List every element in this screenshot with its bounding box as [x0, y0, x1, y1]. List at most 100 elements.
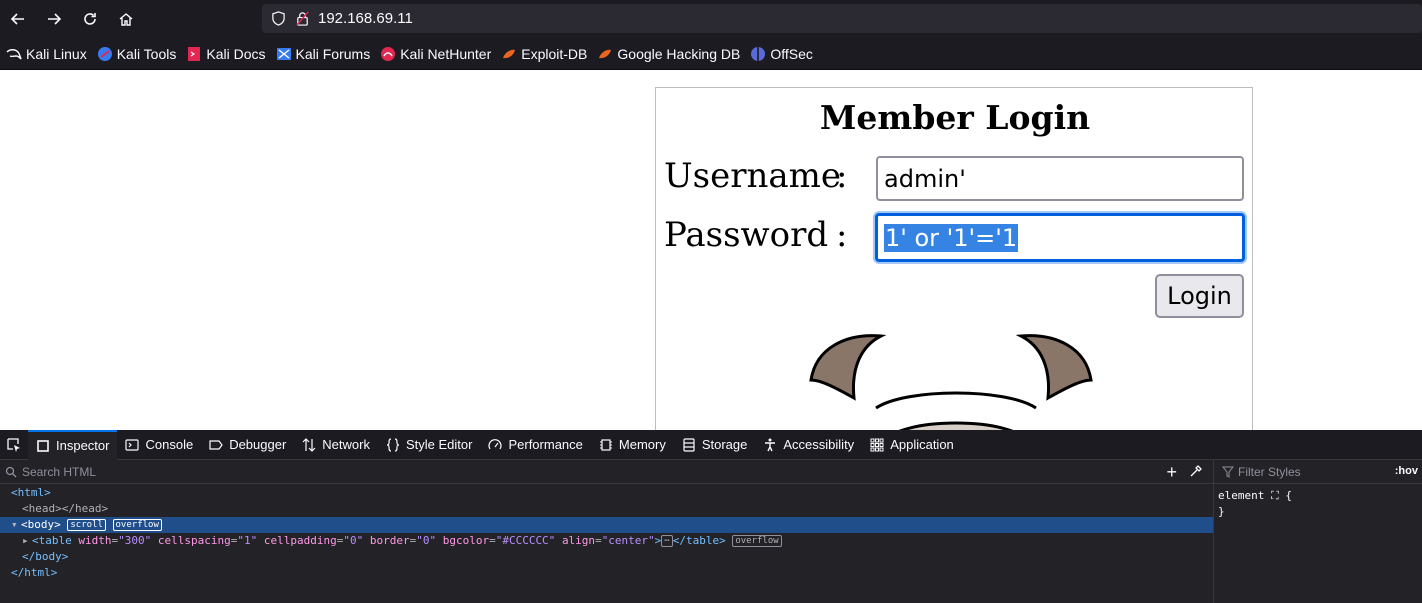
- tree-node-body-close[interactable]: </body>: [0, 549, 1213, 565]
- kali-forums-icon: [276, 47, 291, 60]
- style-rule: element ⛶ { }: [1218, 488, 1292, 520]
- hov-toggle[interactable]: :hov: [1395, 465, 1418, 477]
- tree-node-body[interactable]: ▾ <body> scroll overflow: [0, 517, 1213, 533]
- eyedropper-icon[interactable]: [1189, 464, 1203, 478]
- tab-network[interactable]: Network: [294, 430, 378, 460]
- overflow-badge[interactable]: overflow: [112, 519, 162, 531]
- braces-icon: [386, 437, 400, 452]
- tab-console[interactable]: Console: [117, 430, 201, 460]
- page-title: Member Login: [819, 98, 1091, 137]
- shield-icon[interactable]: [270, 11, 286, 27]
- node-tag: </table>: [672, 534, 726, 547]
- bookmark-label: Google Hacking DB: [617, 45, 741, 62]
- tab-storage[interactable]: Storage: [674, 430, 756, 460]
- tree-node-table[interactable]: ▸ <table width="300" cellspacing="1" cell…: [0, 533, 1213, 549]
- attr-value: "0": [416, 534, 437, 547]
- offsec-icon: [751, 46, 766, 61]
- arrow-left-icon: [10, 13, 24, 25]
- scroll-badge[interactable]: scroll: [67, 519, 106, 531]
- attr-name: bgcolor: [442, 534, 490, 547]
- bookmark-kali-nethunter[interactable]: Kali NetHunter: [380, 42, 491, 66]
- node-tag: <body>: [21, 518, 61, 531]
- bookmark-kali-linux[interactable]: Kali Linux: [6, 42, 87, 66]
- node-tag: <head></head>: [22, 502, 109, 515]
- bookmark-exploit-db[interactable]: Exploit-DB: [501, 42, 587, 66]
- devtools-panel: Inspector Console Debugger Network Style…: [0, 429, 1422, 603]
- html-search-bar[interactable]: Search HTML +: [0, 460, 1213, 484]
- reload-button[interactable]: [72, 0, 108, 38]
- page-viewport: Member Login Username : admin' Password …: [0, 70, 1422, 430]
- rule-selector: element: [1218, 489, 1265, 502]
- arrow-right-icon: [48, 13, 62, 25]
- insecure-lock-icon[interactable]: [294, 11, 310, 27]
- filter-styles-placeholder[interactable]: Filter Styles: [1238, 465, 1301, 479]
- accessibility-icon: [765, 438, 776, 451]
- tab-accessibility[interactable]: Accessibility: [755, 430, 862, 460]
- tab-style-editor[interactable]: Style Editor: [378, 430, 480, 460]
- bookmark-offsec[interactable]: OffSec: [750, 42, 813, 66]
- kali-tools-icon: [97, 46, 112, 61]
- tab-label: Accessibility: [783, 437, 855, 452]
- filter-styles-bar[interactable]: Filter Styles :hov: [1214, 460, 1422, 484]
- bookmark-label: Kali Linux: [26, 45, 87, 62]
- overflow-badge[interactable]: overflow: [732, 535, 782, 547]
- password-label: Password: [664, 215, 829, 255]
- navigation-toolbar: 192.168.69.11: [0, 0, 1422, 38]
- login-button[interactable]: Login: [1155, 274, 1244, 318]
- tree-node-html[interactable]: <html>: [0, 485, 1213, 501]
- bookmark-label: OffSec: [770, 45, 813, 62]
- expand-triangle-icon[interactable]: ▸: [22, 533, 32, 549]
- tab-debugger[interactable]: Debugger: [201, 430, 294, 460]
- tab-performance[interactable]: Performance: [480, 430, 590, 460]
- home-button[interactable]: [108, 0, 144, 38]
- collapsed-ellipsis-badge[interactable]: ⋯: [661, 535, 673, 547]
- bookmark-google-hacking-db[interactable]: Google Hacking DB: [597, 42, 740, 66]
- collapse-triangle-icon[interactable]: ▾: [11, 517, 21, 533]
- tab-label: Application: [890, 437, 954, 452]
- rule-open-brace: {: [1285, 489, 1292, 502]
- element-picker-button[interactable]: [0, 430, 28, 460]
- search-html-placeholder[interactable]: Search HTML: [22, 465, 96, 479]
- tab-label: Storage: [701, 437, 748, 452]
- bookmark-label: Exploit-DB: [521, 45, 588, 62]
- tab-inspector[interactable]: Inspector: [28, 429, 118, 460]
- bookmark-kali-tools[interactable]: Kali Tools: [97, 42, 177, 66]
- attr-name: width: [78, 534, 112, 547]
- tree-node-head[interactable]: <head></head>: [0, 501, 1213, 517]
- url-bar[interactable]: 192.168.69.11: [262, 4, 1422, 33]
- url-text[interactable]: 192.168.69.11: [318, 10, 413, 27]
- node-tag: </html>: [11, 566, 58, 579]
- bookmark-kali-forums[interactable]: Kali Forums: [276, 42, 370, 66]
- gauge-icon: [488, 438, 503, 449]
- tab-label: Network: [322, 437, 370, 452]
- tab-application[interactable]: Application: [862, 430, 962, 460]
- username-input[interactable]: admin': [876, 156, 1244, 201]
- attr-name: border: [369, 534, 410, 547]
- tab-label: Memory: [618, 437, 666, 452]
- kali-nethunter-icon: [381, 46, 396, 61]
- kali-dragon-icon: [6, 48, 22, 59]
- add-node-button[interactable]: +: [1166, 462, 1177, 482]
- forward-button[interactable]: [36, 0, 72, 38]
- bookmark-label: Kali Tools: [116, 45, 177, 62]
- password-input[interactable]: 1' or '1'='1: [875, 213, 1245, 262]
- username-colon: :: [836, 156, 848, 196]
- password-colon: :: [836, 215, 848, 255]
- login-form-table: Member Login Username : admin' Password …: [655, 87, 1253, 430]
- tree-node-html-close[interactable]: </html>: [0, 565, 1213, 581]
- tab-label: Debugger: [229, 437, 287, 452]
- attr-name: cellpadding: [263, 534, 337, 547]
- grid-icon: ⛶: [1270, 489, 1279, 502]
- back-button[interactable]: [0, 0, 36, 38]
- browser-window: 192.168.69.11 Kali Linux Kali Tools Kali…: [0, 0, 1422, 603]
- username-value: admin': [884, 164, 966, 193]
- inspector-icon: [37, 439, 49, 452]
- tab-label: Console: [145, 437, 194, 452]
- html-tree: <html> <head></head> ▾ <body> scroll over…: [0, 485, 1213, 581]
- ghdb-icon: [599, 49, 612, 58]
- bookmark-kali-docs[interactable]: Kali Docs: [186, 42, 266, 66]
- console-icon: [125, 438, 140, 451]
- attr-name: cellspacing: [157, 534, 231, 547]
- network-icon: [302, 437, 316, 452]
- tab-memory[interactable]: Memory: [591, 430, 674, 460]
